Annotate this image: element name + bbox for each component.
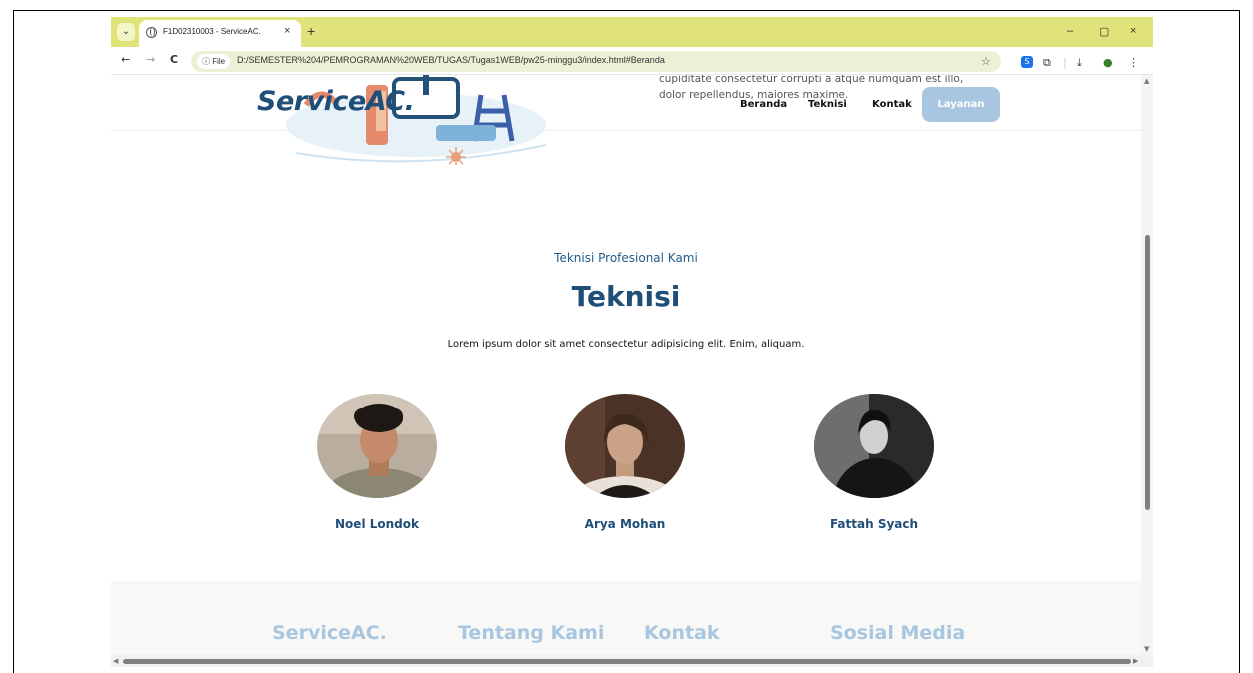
footer-heading-social: Sosial Media (830, 622, 966, 644)
scroll-left-arrow-icon[interactable]: ◀ (113, 657, 118, 665)
nav-link-teknisi[interactable]: Teknisi (808, 99, 847, 110)
close-window-button[interactable]: × (1130, 25, 1136, 37)
maximize-button[interactable]: ▢ (1099, 25, 1109, 38)
bookmark-star-icon[interactable]: ☆ (981, 55, 991, 68)
tab-close-icon[interactable]: × (284, 25, 290, 37)
minimize-button[interactable]: – (1067, 25, 1073, 37)
reload-button[interactable]: C (170, 54, 178, 66)
member-name: Fattah Syach (829, 517, 919, 531)
team-description: Lorem ipsum dolor sit amet consectetur a… (447, 339, 805, 350)
profile-icon[interactable]: ● (1103, 56, 1113, 69)
puzzle-icon[interactable]: ⧉ (1043, 56, 1051, 70)
tab-title: F1D02310003 - ServiceAC. (163, 27, 261, 36)
horizontal-scroll-thumb[interactable] (123, 659, 1131, 664)
back-button[interactable]: ← (121, 54, 130, 66)
tab-bar: ⌄ F1D02310003 - ServiceAC. × + – ▢ × (111, 17, 1153, 47)
team-member-card: Noel Londok (307, 394, 447, 531)
team-member-card: Fattah Syach (804, 394, 944, 531)
footer-heading-brand: ServiceAC. (272, 622, 387, 644)
address-toolbar: ← → C ⓘ File D:/SEMESTER%204/PEMROGRAMAN… (111, 47, 1153, 75)
forward-button[interactable]: → (146, 54, 155, 66)
browser-window: ⌄ F1D02310003 - ServiceAC. × + – ▢ × ← →… (111, 17, 1153, 667)
avatar (565, 394, 685, 498)
extension-s-icon[interactable]: S (1021, 56, 1033, 68)
menu-icon[interactable]: ⋮ (1128, 56, 1139, 69)
scroll-right-arrow-icon[interactable]: ▶ (1133, 657, 1138, 665)
page-viewport: Teknisi Profesional Kami Teknisi Lorem i… (111, 75, 1153, 667)
footer-heading-about: Tentang Kami (458, 622, 605, 644)
address-bar[interactable]: ⓘ File D:/SEMESTER%204/PEMROGRAMAN%20WEB… (191, 51, 1001, 72)
site-info-chip[interactable]: ⓘ File (197, 54, 231, 69)
team-title: Teknisi (571, 280, 681, 313)
globe-icon (146, 27, 157, 38)
layanan-button[interactable]: Layanan (922, 87, 1000, 122)
member-name: Noel Londok (335, 517, 419, 531)
screenshot-frame: ⌄ F1D02310003 - ServiceAC. × + – ▢ × ← →… (0, 0, 1253, 673)
avatar-photo-fattah (814, 394, 934, 498)
avatar-photo-arya (565, 394, 685, 498)
horizontal-scrollbar[interactable]: ◀ ▶ (111, 655, 1153, 667)
team-subtitle: Teknisi Profesional Kami (554, 251, 698, 265)
scroll-up-arrow-icon[interactable]: ▲ (1144, 77, 1149, 85)
team-member-card: Arya Mohan (555, 394, 695, 531)
new-tab-button[interactable]: + (307, 23, 315, 39)
footer-heading-contact: Kontak (644, 622, 720, 644)
download-icon[interactable]: ⤓ (1077, 56, 1082, 70)
vertical-scroll-thumb[interactable] (1145, 235, 1150, 510)
scroll-down-arrow-icon[interactable]: ▼ (1144, 645, 1149, 653)
member-name: Arya Mohan (584, 517, 666, 531)
vertical-scrollbar[interactable]: ▲ ▼ (1141, 75, 1153, 655)
avatar-photo-noel (317, 394, 437, 498)
tab-search-chevron-icon[interactable]: ⌄ (117, 23, 135, 41)
nav-link-beranda[interactable]: Beranda (740, 99, 787, 110)
hero-paragraph-line: cupiditate consectetur corrupti a atque … (659, 75, 964, 85)
toolbar-divider: | (1063, 56, 1067, 69)
nav-link-kontak[interactable]: Kontak (872, 99, 912, 110)
url-text[interactable]: D:/SEMESTER%204/PEMROGRAMAN%20WEB/TUGAS/… (237, 55, 665, 65)
site-navbar: ServiceAC. cupiditate consectetur corrup… (111, 75, 1141, 165)
browser-tab[interactable]: F1D02310003 - ServiceAC. × (139, 20, 301, 47)
site-logo[interactable]: ServiceAC. (257, 86, 415, 117)
avatar (814, 394, 934, 498)
avatar (317, 394, 437, 498)
